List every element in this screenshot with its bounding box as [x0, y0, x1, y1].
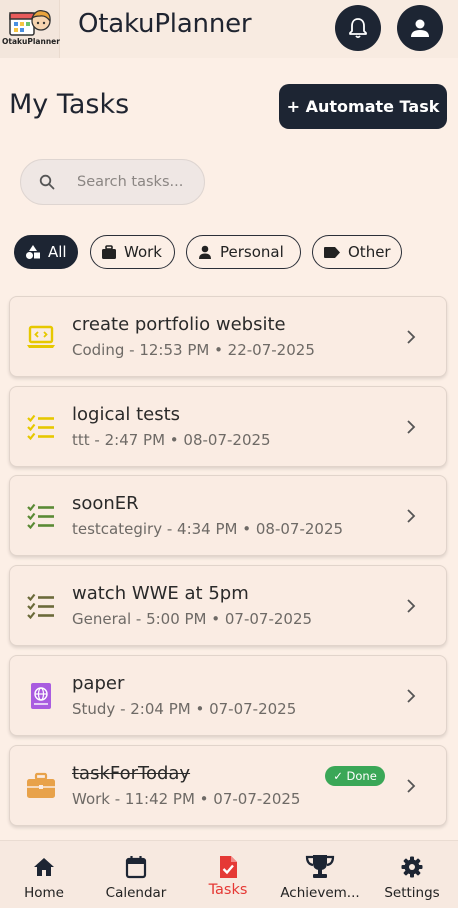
nav-label: Tasks — [208, 882, 248, 898]
bell-icon — [349, 18, 367, 39]
nav-tasks[interactable]: Tasks — [200, 841, 256, 908]
app-header: OtakuPlanner OtakuPlanner — [0, 0, 458, 58]
trophy-icon — [305, 853, 335, 881]
nav-label: Calendar — [105, 885, 167, 901]
chevron-right-icon — [407, 330, 416, 344]
task-title: paper — [72, 673, 125, 694]
search-input[interactable] — [77, 160, 202, 204]
nav-settings[interactable]: Settings — [382, 841, 442, 908]
task-meta: testcategiry - 4:34 PM • 08-07-2025 — [72, 520, 344, 538]
task-card[interactable]: paper Study - 2:04 PM • 07-07-2025 — [9, 655, 447, 736]
calendar-icon — [125, 853, 147, 881]
filter-label: Work — [124, 243, 162, 261]
chevron-right-icon — [407, 599, 416, 613]
task-meta: Coding - 12:53 PM • 22-07-2025 — [72, 341, 315, 359]
task-card[interactable]: logical tests ttt - 2:47 PM • 08-07-2025 — [9, 386, 447, 467]
task-meta: Study - 2:04 PM • 07-07-2025 — [72, 700, 297, 718]
filter-chip-work[interactable]: Work — [90, 235, 175, 269]
logo-text: OtakuPlanner — [2, 37, 60, 46]
briefcase-icon — [101, 244, 117, 260]
task-title: watch WWE at 5pm — [72, 583, 249, 604]
person-icon — [197, 244, 213, 260]
page-title: My Tasks — [9, 89, 130, 120]
filter-label: Personal — [220, 243, 284, 261]
nav-label: Home — [24, 885, 64, 901]
task-meta: ttt - 2:47 PM • 08-07-2025 — [72, 431, 271, 449]
search-box[interactable] — [20, 159, 205, 205]
task-title: logical tests — [72, 404, 181, 425]
chevron-right-icon — [407, 420, 416, 434]
label-icon — [323, 246, 341, 259]
done-badge: ✓ Done — [325, 766, 385, 786]
code-laptop-icon — [27, 325, 55, 348]
task-title: soonER — [72, 493, 139, 514]
person-icon — [411, 19, 429, 37]
nav-calendar[interactable]: Calendar — [101, 841, 171, 908]
app-title: OtakuPlanner — [78, 9, 252, 39]
filter-label: All — [48, 243, 67, 261]
chevron-right-icon — [407, 779, 416, 793]
shapes-icon — [25, 244, 41, 260]
task-card[interactable]: soonER testcategiry - 4:34 PM • 08-07-20… — [9, 475, 447, 556]
task-icon — [218, 853, 238, 881]
checklist-icon — [27, 503, 54, 530]
chevron-right-icon — [407, 689, 416, 703]
nav-home[interactable]: Home — [14, 841, 74, 908]
nav-label: Achievem... — [280, 885, 360, 901]
filter-chip-personal[interactable]: Personal — [186, 235, 301, 269]
logo-calendar-icon — [9, 10, 51, 36]
gear-icon — [401, 853, 423, 881]
filter-chip-all[interactable]: All — [14, 235, 78, 269]
notifications-button[interactable] — [335, 5, 381, 51]
task-meta: General - 5:00 PM • 07-07-2025 — [72, 610, 313, 628]
checklist-icon — [27, 593, 54, 620]
globe-book-icon — [31, 683, 51, 709]
task-title: create portfolio website — [72, 314, 286, 335]
app-logo[interactable]: OtakuPlanner — [0, 0, 60, 58]
checklist-icon — [27, 414, 54, 441]
automate-task-button[interactable]: + Automate Task — [279, 84, 447, 129]
task-card[interactable]: watch WWE at 5pm General - 5:00 PM • 07-… — [9, 565, 447, 646]
bottom-navigation: Home Calendar Tasks Achievem... Settings — [0, 840, 458, 908]
nav-label: Settings — [384, 885, 440, 901]
briefcase-icon — [27, 772, 55, 798]
filter-chip-other[interactable]: Other — [312, 235, 402, 269]
home-icon — [33, 853, 55, 881]
search-icon — [39, 174, 55, 190]
task-meta: Work - 11:42 PM • 07-07-2025 — [72, 790, 301, 808]
filter-label: Other — [348, 243, 391, 261]
nav-achievements[interactable]: Achievem... — [279, 841, 361, 908]
profile-button[interactable] — [397, 5, 443, 51]
task-card[interactable]: taskForToday ✓ Done Work - 11:42 PM • 07… — [9, 745, 447, 826]
task-title: taskForToday — [72, 763, 191, 784]
chevron-right-icon — [407, 509, 416, 523]
task-card[interactable]: create portfolio website Coding - 12:53 … — [9, 296, 447, 377]
